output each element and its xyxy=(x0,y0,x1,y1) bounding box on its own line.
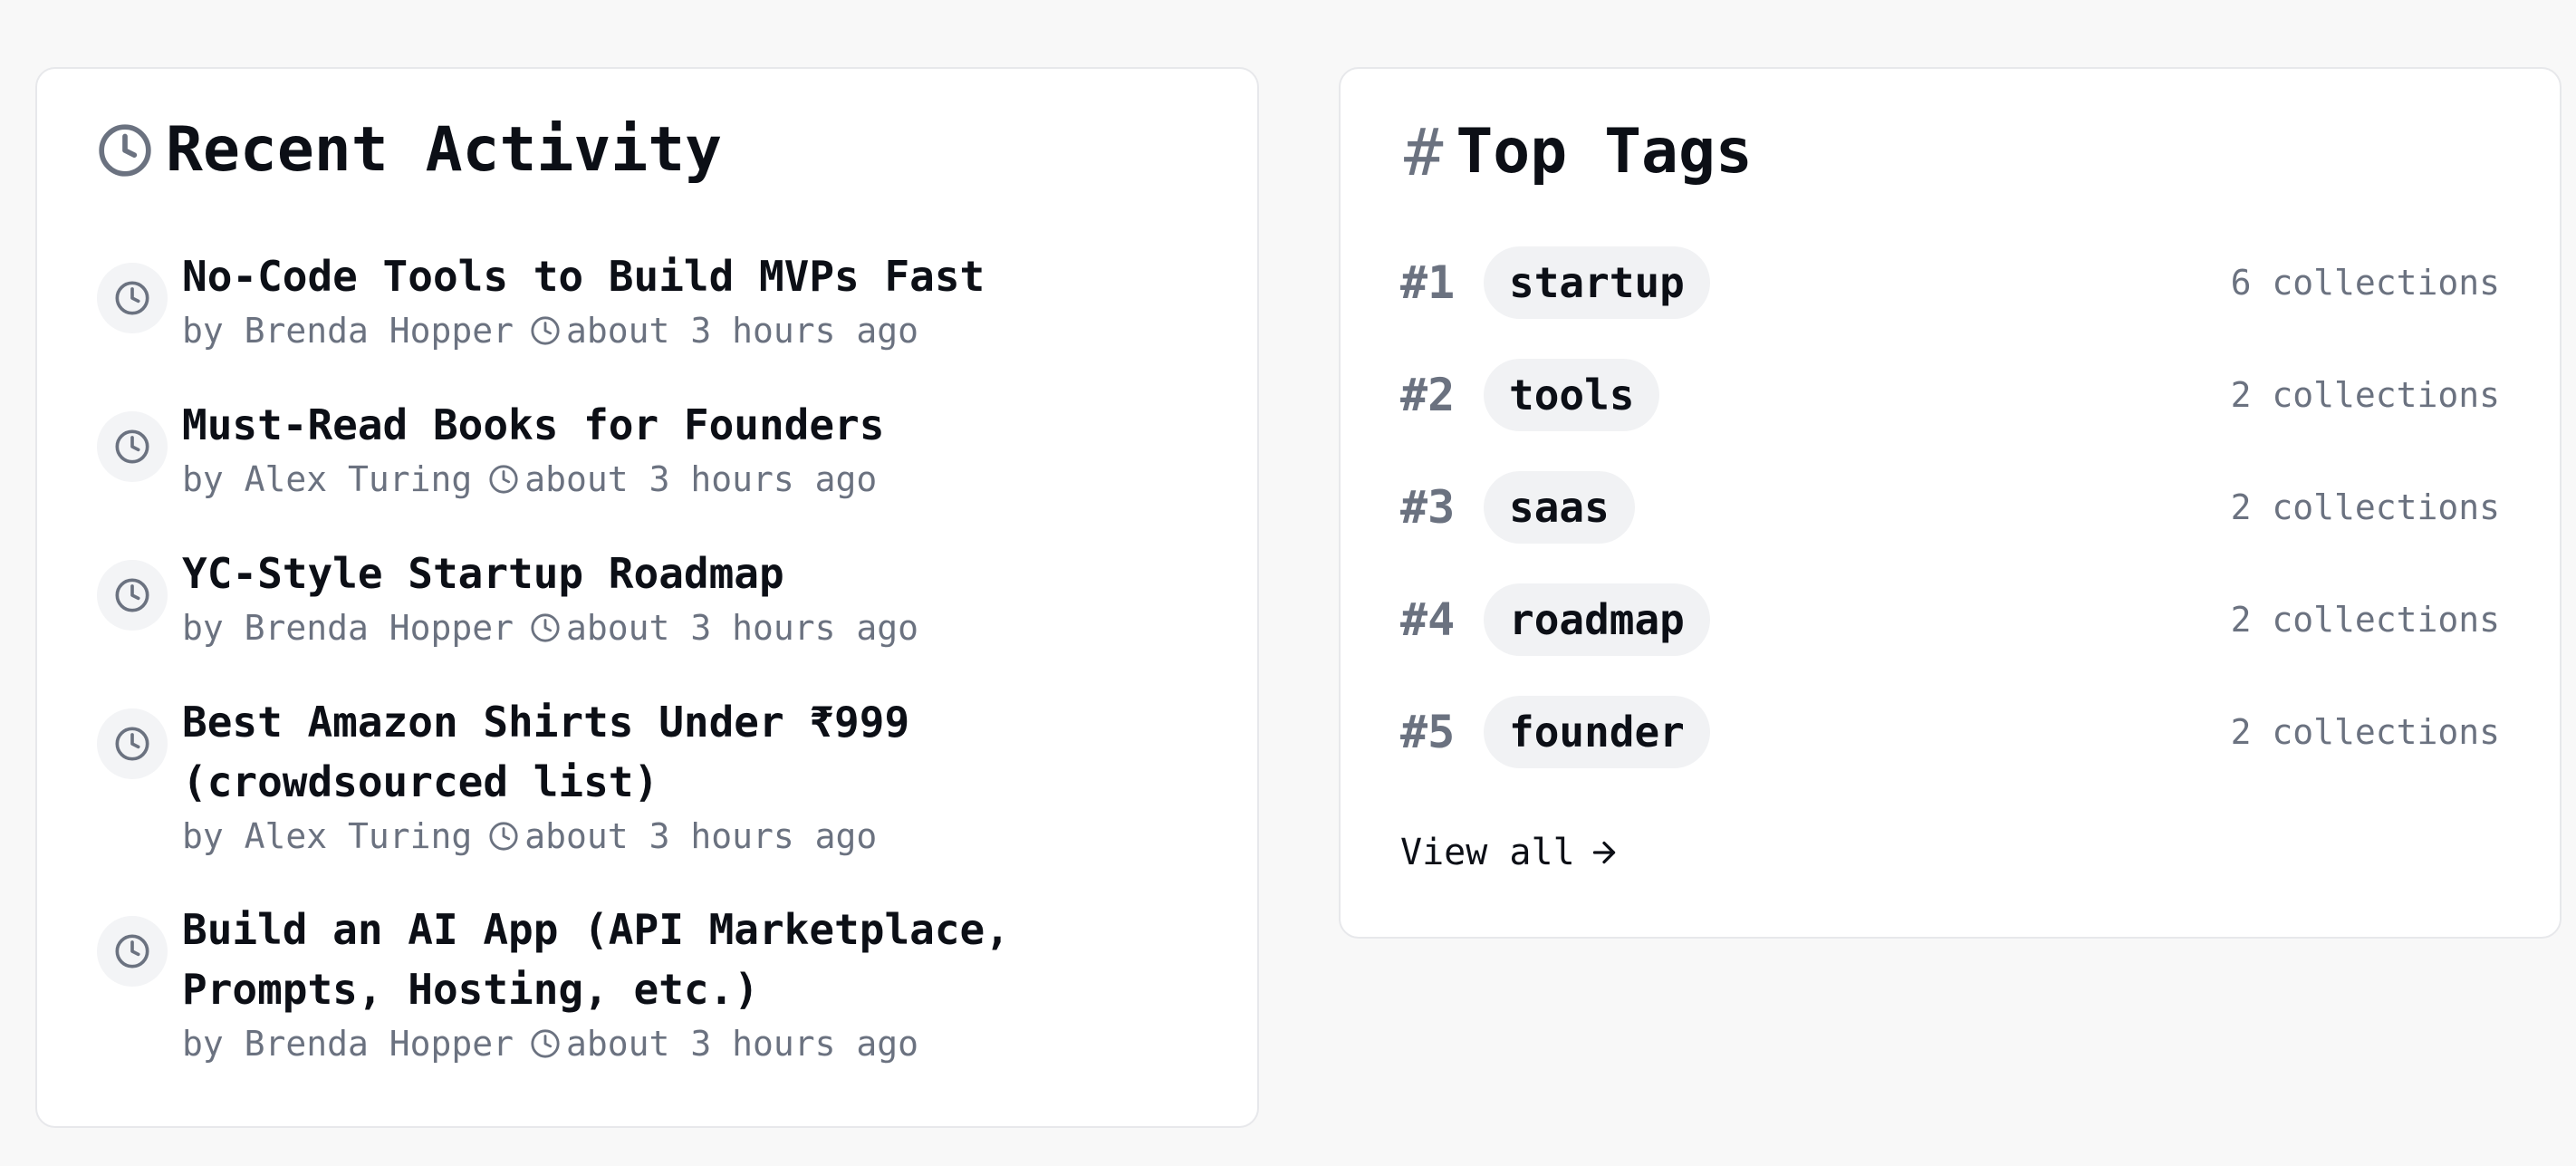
tag-pill[interactable]: saas xyxy=(1484,471,1635,544)
tag-rank: #1 xyxy=(1400,256,1456,309)
top-tags-card: # Top Tags #1 startup 6 collections #2 t… xyxy=(1339,67,2562,939)
activity-meta: by Brenda Hopper about 3 hours ago xyxy=(182,603,1221,652)
activity-title[interactable]: Best Amazon Shirts Under ₹999 (crowdsour… xyxy=(182,692,925,812)
activity-title[interactable]: Must-Read Books for Founders xyxy=(182,395,1221,455)
activity-author: by Brenda Hopper xyxy=(182,311,514,351)
tag-rank: #3 xyxy=(1400,481,1456,534)
activity-meta: by Alex Turing about 3 hours ago xyxy=(182,812,1033,861)
activity-list: No-Code Tools to Build MVPs Fast by Bren… xyxy=(97,246,1221,1072)
tag-pill[interactable]: tools xyxy=(1484,359,1660,431)
hash-icon: # xyxy=(1404,114,1444,190)
tag-row: #4 roadmap 2 collections xyxy=(1400,583,2500,656)
activity-author: by Alex Turing xyxy=(182,459,473,499)
view-all-label: View all xyxy=(1400,832,1575,873)
tag-list: #1 startup 6 collections #2 tools 2 coll… xyxy=(1400,246,2500,808)
clock-icon xyxy=(97,122,153,178)
tag-rank: #4 xyxy=(1400,593,1456,646)
recent-activity-heading: Recent Activity xyxy=(97,120,722,181)
clock-icon xyxy=(97,708,168,779)
tag-rank: #2 xyxy=(1400,369,1456,421)
activity-time: about 3 hours ago xyxy=(566,1024,918,1064)
activity-author: by Brenda Hopper xyxy=(182,608,514,648)
tag-count: 2 collections xyxy=(2230,375,2500,415)
tag-pill[interactable]: startup xyxy=(1484,246,1710,319)
clock-icon xyxy=(530,315,561,346)
recent-activity-card: Recent Activity No-Code Tools to Build M… xyxy=(35,67,1259,1128)
activity-author: by Alex Turing xyxy=(182,816,473,856)
activity-time: about 3 hours ago xyxy=(524,459,878,499)
tag-pill[interactable]: founder xyxy=(1484,696,1710,768)
activity-meta: by Brenda Hopper about 3 hours ago xyxy=(182,1019,1178,1068)
activity-time: about 3 hours ago xyxy=(566,608,918,648)
activity-meta: by Brenda Hopper about 3 hours ago xyxy=(182,306,1221,355)
clock-icon xyxy=(530,612,561,643)
top-tags-title: Top Tags xyxy=(1456,116,1753,188)
clock-icon xyxy=(97,263,168,333)
recent-activity-title: Recent Activity xyxy=(166,114,723,186)
clock-icon xyxy=(530,1028,561,1059)
activity-item[interactable]: Must-Read Books for Founders by Alex Tur… xyxy=(97,395,1221,544)
clock-icon xyxy=(488,464,519,495)
tag-row: #3 saas 2 collections xyxy=(1400,471,2500,544)
tag-row: #5 founder 2 collections xyxy=(1400,696,2500,768)
activity-item[interactable]: Best Amazon Shirts Under ₹999 (crowdsour… xyxy=(97,692,1033,900)
view-all-link[interactable]: View all xyxy=(1400,832,1620,873)
activity-item[interactable]: YC-Style Startup Roadmap by Brenda Hoppe… xyxy=(97,544,1221,692)
top-tags-heading: # Top Tags xyxy=(1404,120,1753,185)
tag-rank: #5 xyxy=(1400,706,1456,758)
activity-author: by Brenda Hopper xyxy=(182,1024,514,1064)
clock-icon xyxy=(97,411,168,482)
tag-row: #1 startup 6 collections xyxy=(1400,246,2500,319)
tag-pill[interactable]: roadmap xyxy=(1484,583,1710,656)
activity-item[interactable]: Build an AI App (API Marketplace, Prompt… xyxy=(97,900,1178,1072)
activity-item[interactable]: No-Code Tools to Build MVPs Fast by Bren… xyxy=(97,246,1221,395)
activity-title[interactable]: YC-Style Startup Roadmap xyxy=(182,544,1221,603)
tag-count: 2 collections xyxy=(2230,487,2500,527)
clock-icon xyxy=(97,560,168,631)
activity-title[interactable]: Build an AI App (API Marketplace, Prompt… xyxy=(182,900,1070,1019)
clock-icon xyxy=(488,821,519,852)
tag-count: 2 collections xyxy=(2230,712,2500,752)
activity-time: about 3 hours ago xyxy=(566,311,918,351)
arrow-right-icon xyxy=(1588,836,1620,869)
clock-icon xyxy=(97,916,168,987)
tag-row: #2 tools 2 collections xyxy=(1400,359,2500,431)
tag-count: 6 collections xyxy=(2230,263,2500,303)
activity-meta: by Alex Turing about 3 hours ago xyxy=(182,455,1221,504)
activity-time: about 3 hours ago xyxy=(524,816,878,856)
activity-title[interactable]: No-Code Tools to Build MVPs Fast xyxy=(182,246,1221,306)
tag-count: 2 collections xyxy=(2230,600,2500,640)
